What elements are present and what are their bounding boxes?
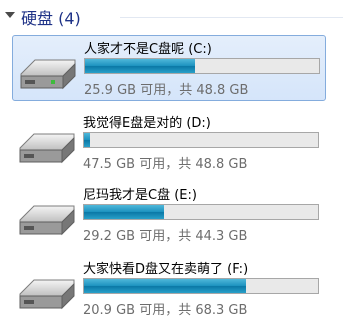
drive-name: 尼玛我才是C盘 (E:) — [83, 188, 197, 203]
chevron-down-icon[interactable] — [5, 12, 15, 18]
group-divider — [120, 17, 343, 18]
drive-usage-bar — [83, 278, 319, 294]
drive-usage-fill — [85, 59, 195, 73]
hard-drive-icon — [19, 279, 75, 310]
hard-drive-icon — [20, 59, 76, 90]
drive-space-info: 20.9 GB 可用，共 68.3 GB — [83, 303, 248, 318]
drive-usage-fill — [84, 133, 91, 147]
drive-item-c[interactable]: 人家才不是C盘呢 (C:) 25.9 GB 可用，共 48.8 GB — [12, 35, 326, 101]
drive-name: 大家快看D盘又在卖萌了 (F:) — [83, 262, 249, 277]
drive-usage-fill — [84, 279, 247, 293]
drive-group-header[interactable]: 硬盘 (4) — [0, 0, 343, 34]
watermark-overlay — [247, 301, 337, 323]
drive-space-info: 47.5 GB 可用，共 48.8 GB — [83, 157, 248, 172]
hard-drive-icon — [19, 205, 75, 236]
drive-usage-fill — [84, 205, 164, 219]
drive-usage-bar — [83, 204, 319, 220]
drive-name: 我觉得E盘是对的 (D:) — [83, 116, 211, 131]
drive-usage-bar — [84, 58, 320, 74]
group-title: 硬盘 (4) — [21, 9, 81, 28]
drive-item-e[interactable]: 尼玛我才是C盘 (E:) 29.2 GB 可用，共 44.3 GB — [12, 182, 326, 248]
drive-space-info: 29.2 GB 可用，共 44.3 GB — [83, 229, 248, 244]
drive-item-d[interactable]: 我觉得E盘是对的 (D:) 47.5 GB 可用，共 48.8 GB — [12, 110, 326, 176]
drive-space-info: 25.9 GB 可用，共 48.8 GB — [84, 83, 249, 98]
drive-name: 人家才不是C盘呢 (C:) — [84, 42, 212, 57]
hard-drive-icon — [19, 133, 75, 164]
drive-usage-bar — [83, 132, 319, 148]
